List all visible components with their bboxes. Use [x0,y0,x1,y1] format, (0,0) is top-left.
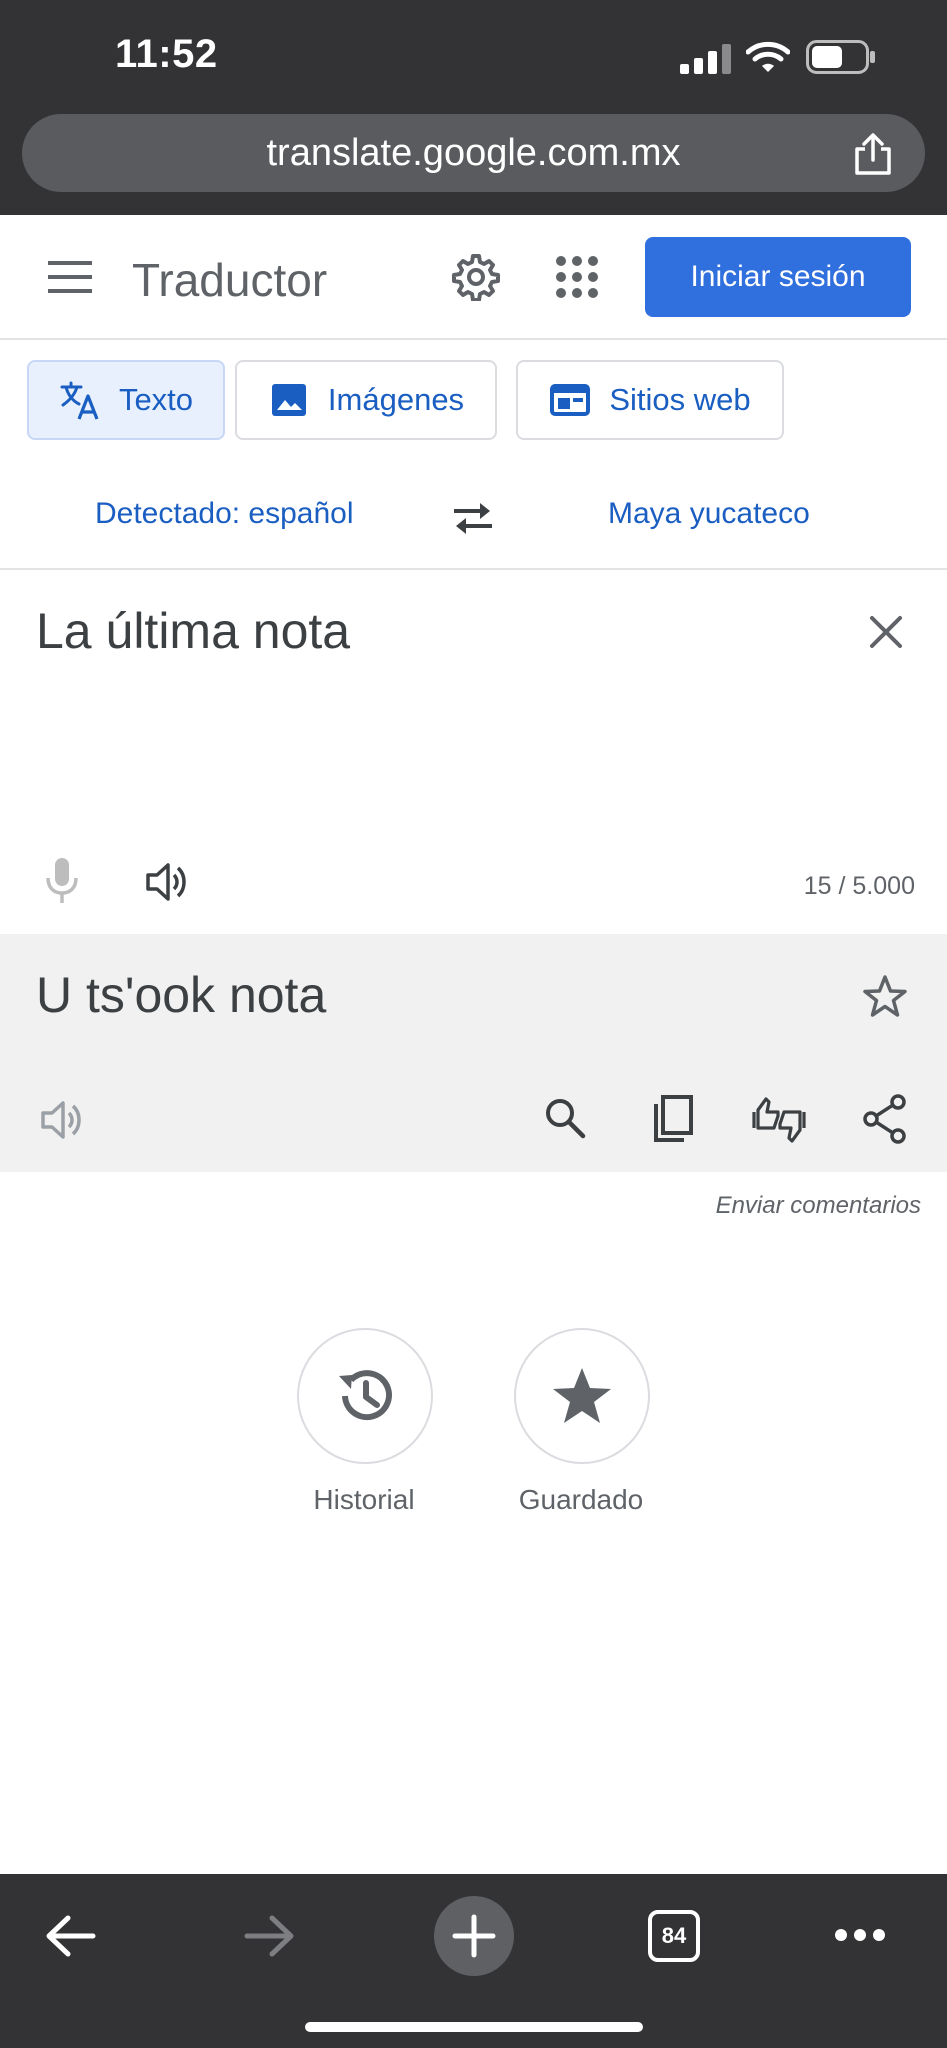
forward-arrow-icon[interactable] [244,1914,296,1958]
tab-websites[interactable]: Sitios web [516,360,784,440]
speaker-icon[interactable] [40,1098,86,1142]
tab-websites-label: Sitios web [609,382,751,417]
rate-translation-icon[interactable] [750,1094,808,1146]
more-options-icon[interactable] [834,1928,886,1942]
browser-top-bar: 11:52 translate.google.com.mx [0,0,947,215]
history-icon [339,1370,392,1421]
saved-button[interactable] [514,1328,650,1464]
browser-bottom-bar: 84 [0,1874,947,2048]
status-time: 11:52 [115,32,218,76]
send-feedback-link[interactable]: Enviar comentarios [716,1192,921,1220]
tab-images-label: Imágenes [327,382,465,417]
plus-icon [452,1914,496,1958]
back-arrow-icon[interactable] [44,1914,96,1958]
microphone-icon[interactable] [44,856,80,906]
signal-icon [680,44,731,74]
apps-grid-icon[interactable] [555,255,599,299]
speaker-icon[interactable] [145,860,191,904]
gear-icon[interactable] [452,253,500,301]
app-title: Traductor [132,254,328,306]
battery-icon [806,40,875,74]
tab-switcher-button[interactable]: 84 [648,1910,700,1962]
share-icon[interactable] [851,132,895,176]
star-outline-icon[interactable] [862,974,908,1020]
copy-icon[interactable] [650,1094,694,1144]
close-icon[interactable] [868,614,904,650]
image-icon [271,384,306,416]
swap-languages-icon[interactable] [450,498,496,538]
translate-icon [60,381,99,420]
tab-text[interactable]: Texto [27,360,225,440]
signin-button[interactable]: Iniciar sesión [645,237,911,317]
home-indicator [305,2022,643,2032]
target-language-button[interactable]: Maya yucateco [608,497,810,531]
saved-star-icon [553,1368,611,1423]
app-header: Traductor Iniciar sesión [0,215,947,340]
history-label: Historial [313,1484,415,1515]
source-text-panel[interactable]: La última nota 15 / 5.000 [0,572,947,934]
website-icon [550,384,591,416]
saved-label: Guardado [518,1484,644,1515]
language-selector: Detectado: español Maya yucateco [0,470,947,570]
share-icon[interactable] [862,1094,908,1144]
tab-images[interactable]: Imágenes [235,360,497,440]
character-count: 15 / 5.000 [803,872,915,900]
search-icon[interactable] [543,1096,587,1140]
url-text: translate.google.com.mx [266,132,681,174]
tab-text-label: Texto [118,382,194,417]
new-tab-button[interactable] [434,1896,514,1976]
wifi-icon [746,41,790,72]
translation-panel: U ts'ook nota [0,934,947,1172]
source-language-button[interactable]: Detectado: español [95,497,354,531]
menu-icon[interactable] [48,259,92,295]
source-text-input[interactable]: La última nota [36,602,350,660]
history-button[interactable] [297,1328,433,1464]
translation-text: U ts'ook nota [36,967,327,1023]
url-bar[interactable]: translate.google.com.mx [22,114,925,192]
